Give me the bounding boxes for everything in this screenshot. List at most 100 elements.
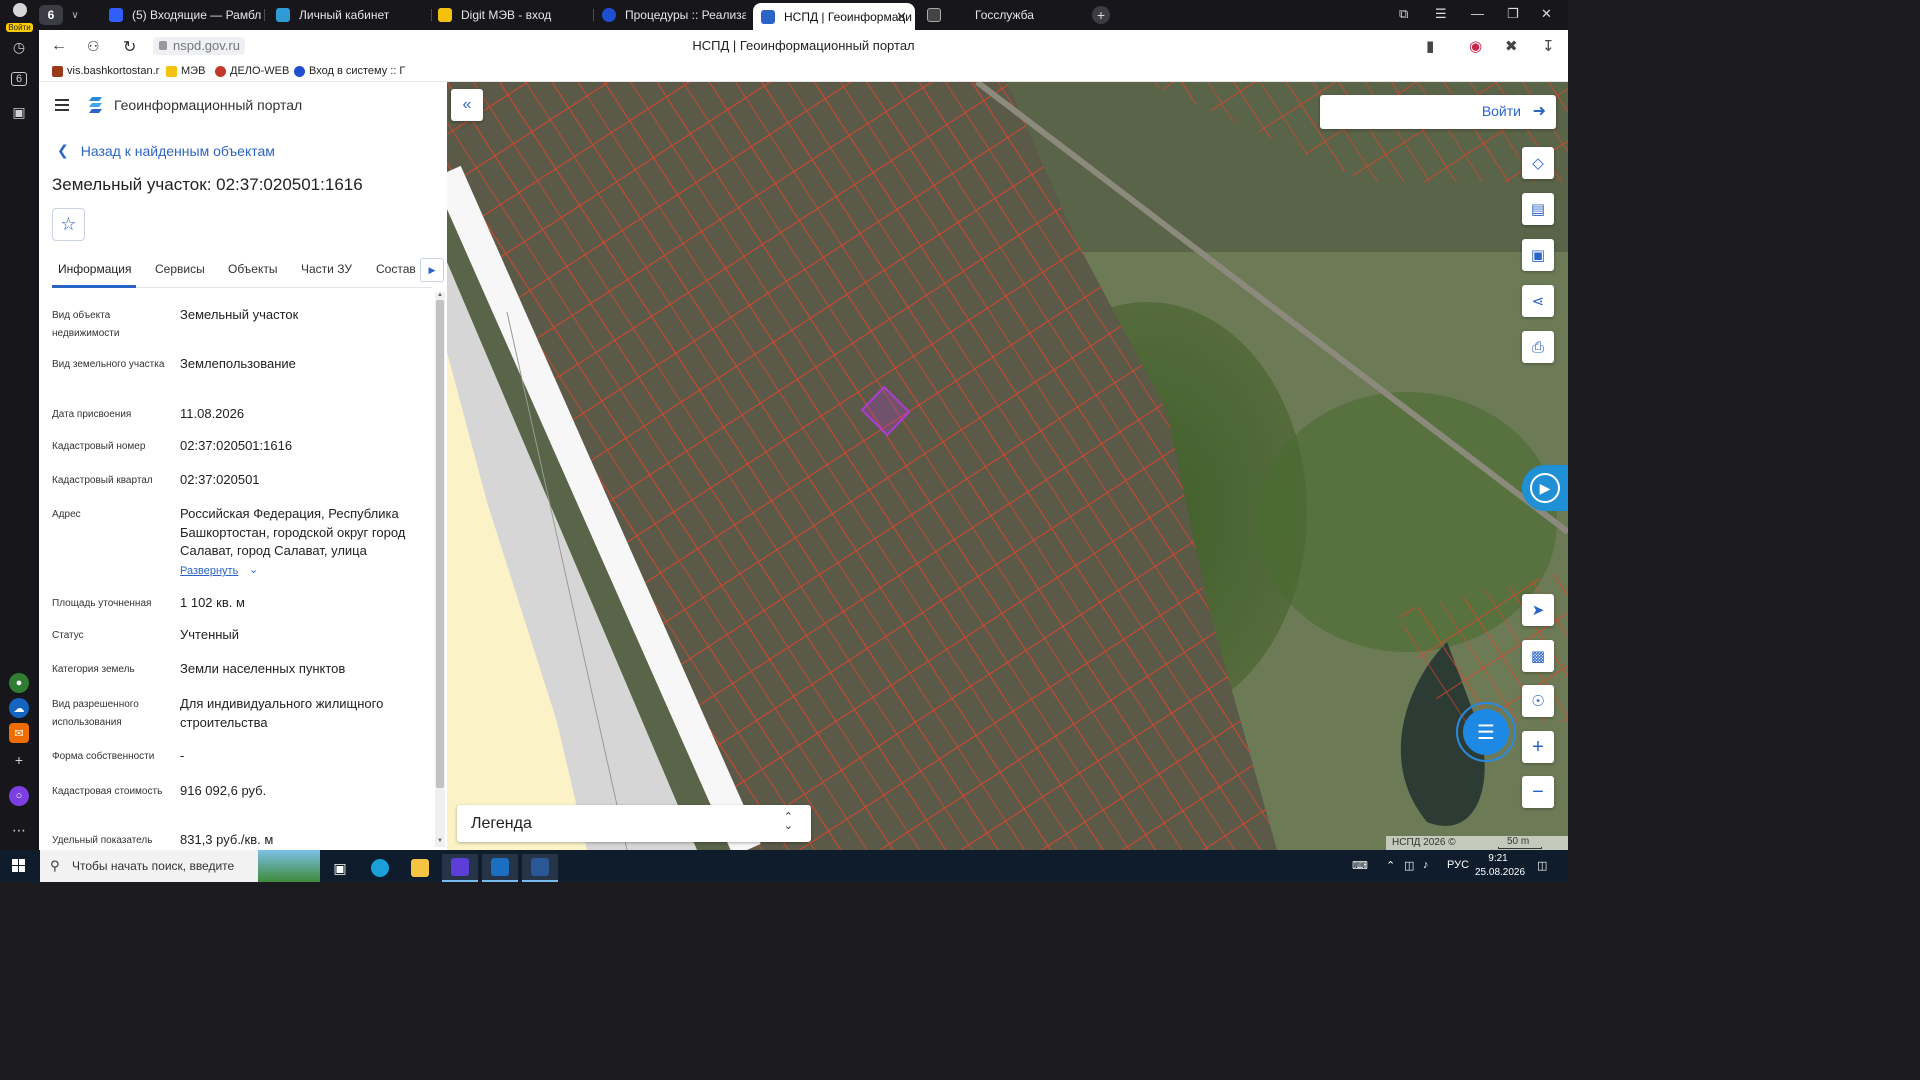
restore-icon[interactable]: ❐ <box>1507 6 1519 22</box>
layers-button[interactable]: ◇ <box>1522 147 1554 179</box>
windows-start-icon[interactable] <box>12 859 26 873</box>
map-view[interactable] <box>447 82 1568 850</box>
satellite-map[interactable] <box>447 82 1568 850</box>
protect-icon[interactable]: ✖ <box>1505 37 1518 55</box>
tab-digit[interactable]: Digit МЭВ - вход <box>430 3 590 27</box>
network-icon[interactable]: ◫ <box>1404 859 1414 872</box>
tab-composition[interactable]: Состав <box>376 262 416 276</box>
profile-login-button[interactable]: Войти <box>4 3 35 32</box>
explorer-button[interactable] <box>402 854 438 882</box>
tab-gossluzhba[interactable]: Госслужба <box>919 3 1079 27</box>
minimize-icon[interactable]: — <box>1471 6 1484 21</box>
mev-favicon-icon <box>166 65 177 77</box>
zoom-in-button[interactable]: + <box>1522 731 1554 763</box>
new-tab-button[interactable]: + <box>1092 6 1110 24</box>
print-button[interactable]: ⎙ <box>1522 331 1554 363</box>
alice-icon[interactable]: ○ <box>9 786 29 806</box>
tabs-counter-button[interactable]: 6 <box>6 66 32 92</box>
minimap-button[interactable]: ▩ <box>1522 640 1554 672</box>
task-view-button[interactable]: ▣ <box>322 854 358 882</box>
app-icon-2[interactable]: ☁ <box>9 698 29 718</box>
scroll-down-icon[interactable]: ▼ <box>437 838 443 844</box>
tab-objects[interactable]: Объекты <box>228 262 278 276</box>
chat-button[interactable]: ☰ <box>1456 702 1516 762</box>
taskbar-clock[interactable]: 9:21 25.08.2026 <box>1475 852 1525 880</box>
value-status: Учтенный <box>180 627 240 642</box>
more-icon[interactable]: ⋯ <box>6 817 32 843</box>
keyboard-icon[interactable]: ⌨ <box>1352 859 1368 872</box>
scrollbar-thumb[interactable] <box>436 300 444 788</box>
tabs-next-button[interactable]: ▶ <box>420 258 444 282</box>
legend-label: Легенда <box>471 815 532 832</box>
ruler-button[interactable]: ▤ <box>1522 193 1554 225</box>
bookmark-icon[interactable]: ▮ <box>1426 37 1434 55</box>
collapse-panel-button[interactable]: « <box>451 89 483 121</box>
tray-expand-icon[interactable]: ⌃ <box>1386 859 1395 872</box>
nspd-favicon-icon <box>761 9 775 24</box>
notifications-icon[interactable]: ◫ <box>1537 859 1547 872</box>
label-cadastral-number: Кадастровый номер <box>52 441 146 452</box>
share-icon: ⋖ <box>1531 293 1545 310</box>
word-button[interactable] <box>522 854 558 882</box>
mail-favicon-icon <box>109 8 123 22</box>
support-button[interactable]: ▶ <box>1522 465 1568 511</box>
language-indicator[interactable]: РУС <box>1447 859 1469 871</box>
map-login-button[interactable]: Войти ➜ <box>1320 95 1556 129</box>
map-scale-label: 50 m <box>1507 836 1530 847</box>
tab-label: Digit МЭВ - вход <box>461 8 552 22</box>
tab-nspd[interactable]: НСПД | Геоинформаци ✕ <box>753 3 915 30</box>
value-land-category: Земли населенных пунктов <box>180 661 346 676</box>
edge-button[interactable] <box>362 854 398 882</box>
bookmarks-bar: vis.bashkortostan.r МЭВ ДЕЛО-WEB Вход в … <box>39 62 1568 82</box>
value-permitted-use: Для индивидуального жилищного строительс… <box>180 696 384 730</box>
extension-icon[interactable]: ◉ <box>1469 37 1482 55</box>
double-chevron-left-icon: « <box>462 96 472 113</box>
yandex-browser-button[interactable] <box>442 854 478 882</box>
tab-information[interactable]: Информация <box>58 262 131 276</box>
label-cadastral-value: Кадастровая стоимость <box>52 786 163 797</box>
plus-icon: + <box>1532 735 1544 758</box>
label-unit-value: Удельный показатель <box>52 835 153 846</box>
tab-cabinet[interactable]: Личный кабинет <box>268 3 428 27</box>
search-location-button[interactable]: ☉ <box>1522 685 1554 717</box>
close-window-icon[interactable]: ✕ <box>1541 6 1552 22</box>
tab-parts[interactable]: Части ЗУ <box>301 262 352 276</box>
tab-services[interactable]: Сервисы <box>155 262 205 276</box>
taskbar-search[interactable]: ⚲ Чтобы начать поиск, введите <box>40 850 320 882</box>
tab-procedures[interactable]: Процедуры :: Реализация <box>594 3 746 27</box>
value-object-type: Земельный участок <box>180 307 299 322</box>
tab-rambler[interactable]: (5) Входящие — Рамблер <box>101 3 261 27</box>
downloads-icon[interactable]: ↧ <box>1542 37 1555 55</box>
back-link-label: Назад к найденным объектам <box>80 142 275 159</box>
zoom-out-button[interactable]: − <box>1522 776 1554 808</box>
menu-icon[interactable]: ☰ <box>1435 6 1447 22</box>
tab-counter[interactable]: 6 <box>39 5 63 25</box>
share-button[interactable]: ⋖ <box>1522 285 1554 317</box>
bookmark-label: МЭВ <box>181 65 206 77</box>
screenshot-icon[interactable]: ▣ <box>6 99 32 125</box>
chevron-down-icon[interactable]: ∨ <box>66 5 84 25</box>
history-icon[interactable]: ◷ <box>6 34 32 60</box>
locate-button[interactable]: ➤ <box>1522 594 1554 626</box>
legend-dropdown[interactable]: Легенда ⌃ ⌄ <box>457 805 811 842</box>
bookmark-vis[interactable]: vis.bashkortostan.r <box>52 65 159 77</box>
collections-icon[interactable]: ⧉ <box>1399 6 1408 22</box>
favorite-button[interactable]: ☆ <box>52 208 85 241</box>
scroll-up-icon[interactable]: ▲ <box>437 292 443 298</box>
app-icon-1[interactable]: ● <box>9 673 29 693</box>
bookmark-login[interactable]: Вход в систему :: Г <box>294 65 405 77</box>
bookmark-mev[interactable]: МЭВ <box>166 65 205 77</box>
area-select-button[interactable]: ▣ <box>1522 239 1554 271</box>
bookmark-delo[interactable]: ДЕЛО-WEB <box>215 65 289 77</box>
close-tab-icon[interactable]: ✕ <box>896 9 907 25</box>
value-parcel-type: Землепользование <box>180 356 296 371</box>
back-to-results-link[interactable]: ❮ Назад к найденным объектам <box>57 142 275 159</box>
volume-icon[interactable]: ♪ <box>1423 859 1429 871</box>
add-app-icon[interactable]: + <box>6 747 32 773</box>
mail-app-icon[interactable]: ✉ <box>9 723 29 743</box>
chevron-down-icon[interactable]: ⌄ <box>249 563 258 576</box>
menu-burger-icon[interactable] <box>55 99 69 111</box>
gossluzhba-favicon-icon <box>927 8 941 22</box>
app-lb-button[interactable] <box>482 854 518 882</box>
expand-address-link[interactable]: Развернуть <box>180 565 238 577</box>
